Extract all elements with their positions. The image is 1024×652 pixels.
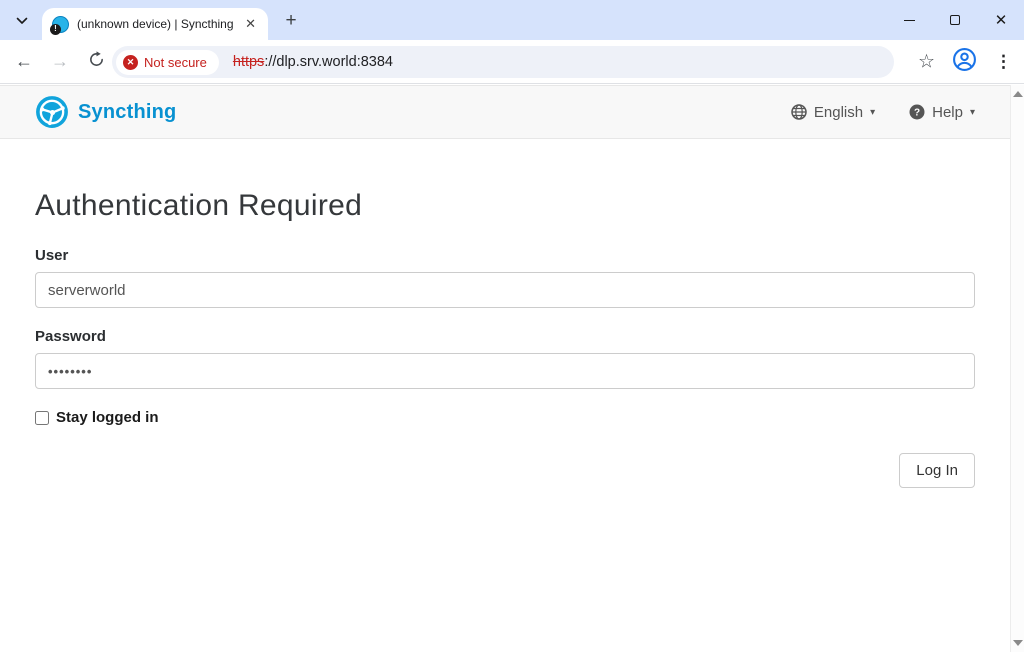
minimize-icon [903,19,915,21]
button-row: Log In [35,453,975,488]
tab-close-icon[interactable]: ✕ [241,15,260,33]
user-field[interactable] [35,272,975,308]
syncthing-navbar: Syncthing English ▾ ? Help ▾ [0,85,1010,139]
language-dropdown[interactable]: English ▾ [791,104,875,121]
browser-menu-icon[interactable]: ⋮ [995,52,1012,72]
stay-logged-in-row: Stay logged in [35,409,975,426]
window-controls: ✕ [886,0,1024,40]
globe-icon [791,104,807,120]
chevron-down-icon [16,17,28,25]
login-form: Authentication Required User Password St… [35,139,975,488]
page-title: Authentication Required [35,189,363,222]
password-label: Password [35,328,106,345]
refresh-button[interactable] [81,47,111,77]
browser-toolbar: ← → ✕ Not secure https://dlp.srv.world:8… [0,40,1024,84]
tab-title: (unknown device) | Syncthing [77,17,234,31]
scroll-down-button[interactable] [1011,636,1024,650]
bookmark-star-icon[interactable]: ☆ [918,50,935,73]
scroll-up-button[interactable] [1011,87,1024,101]
help-icon: ? [909,104,925,120]
tab-search-button[interactable] [8,8,36,34]
minimize-button[interactable] [886,0,932,40]
new-tab-button[interactable]: + [278,8,304,34]
refresh-icon [88,50,105,73]
security-chip-label: Not secure [144,54,207,70]
password-field[interactable] [35,353,975,389]
maximize-button[interactable] [932,0,978,40]
caret-down-icon: ▾ [870,106,876,118]
address-bar[interactable]: ✕ Not secure https://dlp.srv.world:8384 [112,46,894,78]
not-secure-icon: ✕ [123,54,138,70]
syncthing-favicon-icon: ! [50,15,69,35]
url-rest: ://dlp.srv.world:8384 [264,54,393,70]
url-scheme: https [232,54,265,70]
url-text[interactable]: https://dlp.srv.world:8384 [233,54,393,70]
page-scrollbar[interactable] [1010,85,1024,652]
caret-down-icon: ▾ [969,106,975,118]
maximize-icon [950,15,960,25]
stay-logged-in-label[interactable]: Stay logged in [56,409,159,426]
syncthing-brand[interactable]: Syncthing [35,95,176,129]
arrow-up-icon [1013,91,1023,97]
page-content: Syncthing English ▾ ? Help ▾ Authenticat… [0,85,1010,652]
svg-text:?: ? [914,108,920,119]
syncthing-logo-icon [35,95,69,129]
help-dropdown[interactable]: ? Help ▾ [909,104,975,121]
browser-window: ! (unknown device) | Syncthing ✕ + ✕ ← →… [0,0,1024,652]
arrow-down-icon [1013,640,1023,646]
navbar-right: English ▾ ? Help ▾ [791,104,975,121]
help-label: Help [932,103,963,121]
brand-name: Syncthing [78,100,177,123]
security-chip[interactable]: ✕ Not secure [116,49,219,75]
language-label: English [813,103,864,121]
forward-button[interactable]: → [45,47,75,77]
close-window-button[interactable]: ✕ [978,0,1024,40]
close-icon: ✕ [994,11,1008,29]
back-button[interactable]: ← [9,47,39,77]
login-button[interactable]: Log In [899,453,975,488]
browser-tab[interactable]: ! (unknown device) | Syncthing ✕ [42,8,268,40]
stay-logged-in-checkbox[interactable] [35,410,49,425]
tab-strip: ! (unknown device) | Syncthing ✕ + ✕ [0,0,1024,40]
profile-icon[interactable] [952,47,977,77]
alert-badge-icon: ! [50,23,61,35]
user-label: User [35,247,69,264]
page-viewport: Syncthing English ▾ ? Help ▾ Authenticat… [0,85,1024,652]
